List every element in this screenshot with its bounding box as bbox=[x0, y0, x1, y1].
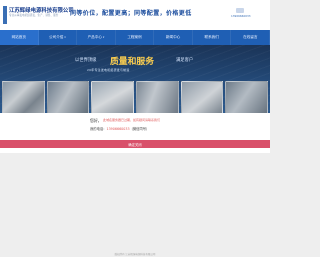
nav-item-label: 工程案例 bbox=[127, 35, 142, 39]
nav-item-label: 网站首页 bbox=[11, 35, 26, 39]
banner-text-right: 满足客户 bbox=[176, 58, 194, 63]
dialog-contact: 我的电话：13906660033（微信同号） bbox=[90, 126, 149, 131]
header-slogan: 同等价位，配置更高；同等配置，价格更低 bbox=[70, 10, 192, 17]
dialog-greeting: 您好， bbox=[90, 118, 102, 123]
banner-photo-strip bbox=[2, 81, 269, 115]
nav-item-news[interactable]: 新闻中心 bbox=[154, 30, 193, 45]
nav-item-home[interactable]: 网站首页 bbox=[0, 30, 39, 45]
contact-number[interactable]: 13906660033 bbox=[106, 127, 129, 131]
contact-suffix: （微信同号） bbox=[129, 127, 150, 131]
nav-item-label: 联系我们 bbox=[204, 35, 219, 39]
nav-item-label: 在线留言 bbox=[243, 35, 258, 39]
page: 江苏辉绿电源科技有限公司 专业从事发电机组研发、生产、销售、服务 同等价位，配置… bbox=[0, 0, 271, 257]
nav-item-contact[interactable]: 联系我们 bbox=[193, 30, 232, 45]
nav-item-label: 新闻中心 bbox=[165, 35, 181, 39]
nav-item-label: 公司介绍 bbox=[49, 35, 64, 39]
contact-label: 我的电话： bbox=[90, 127, 107, 131]
banner-photo bbox=[136, 81, 179, 115]
header-hotline: 13906660033 bbox=[231, 14, 251, 18]
nav-item-about[interactable]: 公司介绍 ▾ bbox=[39, 30, 78, 45]
company-subtitle: 专业从事发电机组研发、生产、销售、服务 bbox=[9, 14, 59, 17]
banner-text-left: 以世界顶级 bbox=[75, 58, 97, 63]
banner-photo bbox=[225, 81, 269, 115]
banner-subtitle: 20年专注发电机组研发与制造 bbox=[87, 68, 130, 72]
logo-icon bbox=[3, 6, 7, 24]
nav-item-cases[interactable]: 工程案例 bbox=[116, 30, 155, 45]
banner-headline: 质量和服务 bbox=[110, 57, 154, 67]
hero-banner: 以世界顶级 质量和服务 满足客户 20年专注发电机组研发与制造 bbox=[0, 45, 270, 115]
banner-photo bbox=[2, 81, 45, 115]
confirm-close-button[interactable]: 确定关闭 bbox=[0, 140, 270, 148]
footer-copyright: 版权所有 江苏辉绿电源科技有限公司 bbox=[114, 253, 156, 256]
banner-photo bbox=[180, 81, 224, 115]
dialog-notice: 此域名服务器已过期，如有疑问请联系我们 bbox=[103, 118, 161, 122]
banner-photo bbox=[46, 81, 90, 115]
site-header: 江苏辉绿电源科技有限公司 专业从事发电机组研发、生产、销售、服务 同等价位，配置… bbox=[0, 0, 270, 30]
chevron-down-icon: ▾ bbox=[64, 36, 66, 39]
phone-icon bbox=[236, 8, 244, 13]
nav-item-message[interactable]: 在线留言 bbox=[231, 30, 271, 45]
banner-photo bbox=[91, 81, 135, 115]
chevron-down-icon: ▾ bbox=[102, 36, 105, 39]
main-nav: 网站首页 公司介绍 ▾ 产品中心 ▾ 工程案例 新闻中心 联系我们 在线留言 bbox=[0, 30, 271, 45]
nav-item-products[interactable]: 产品中心 ▾ bbox=[77, 30, 116, 45]
nav-item-label: 产品中心 bbox=[87, 35, 102, 39]
